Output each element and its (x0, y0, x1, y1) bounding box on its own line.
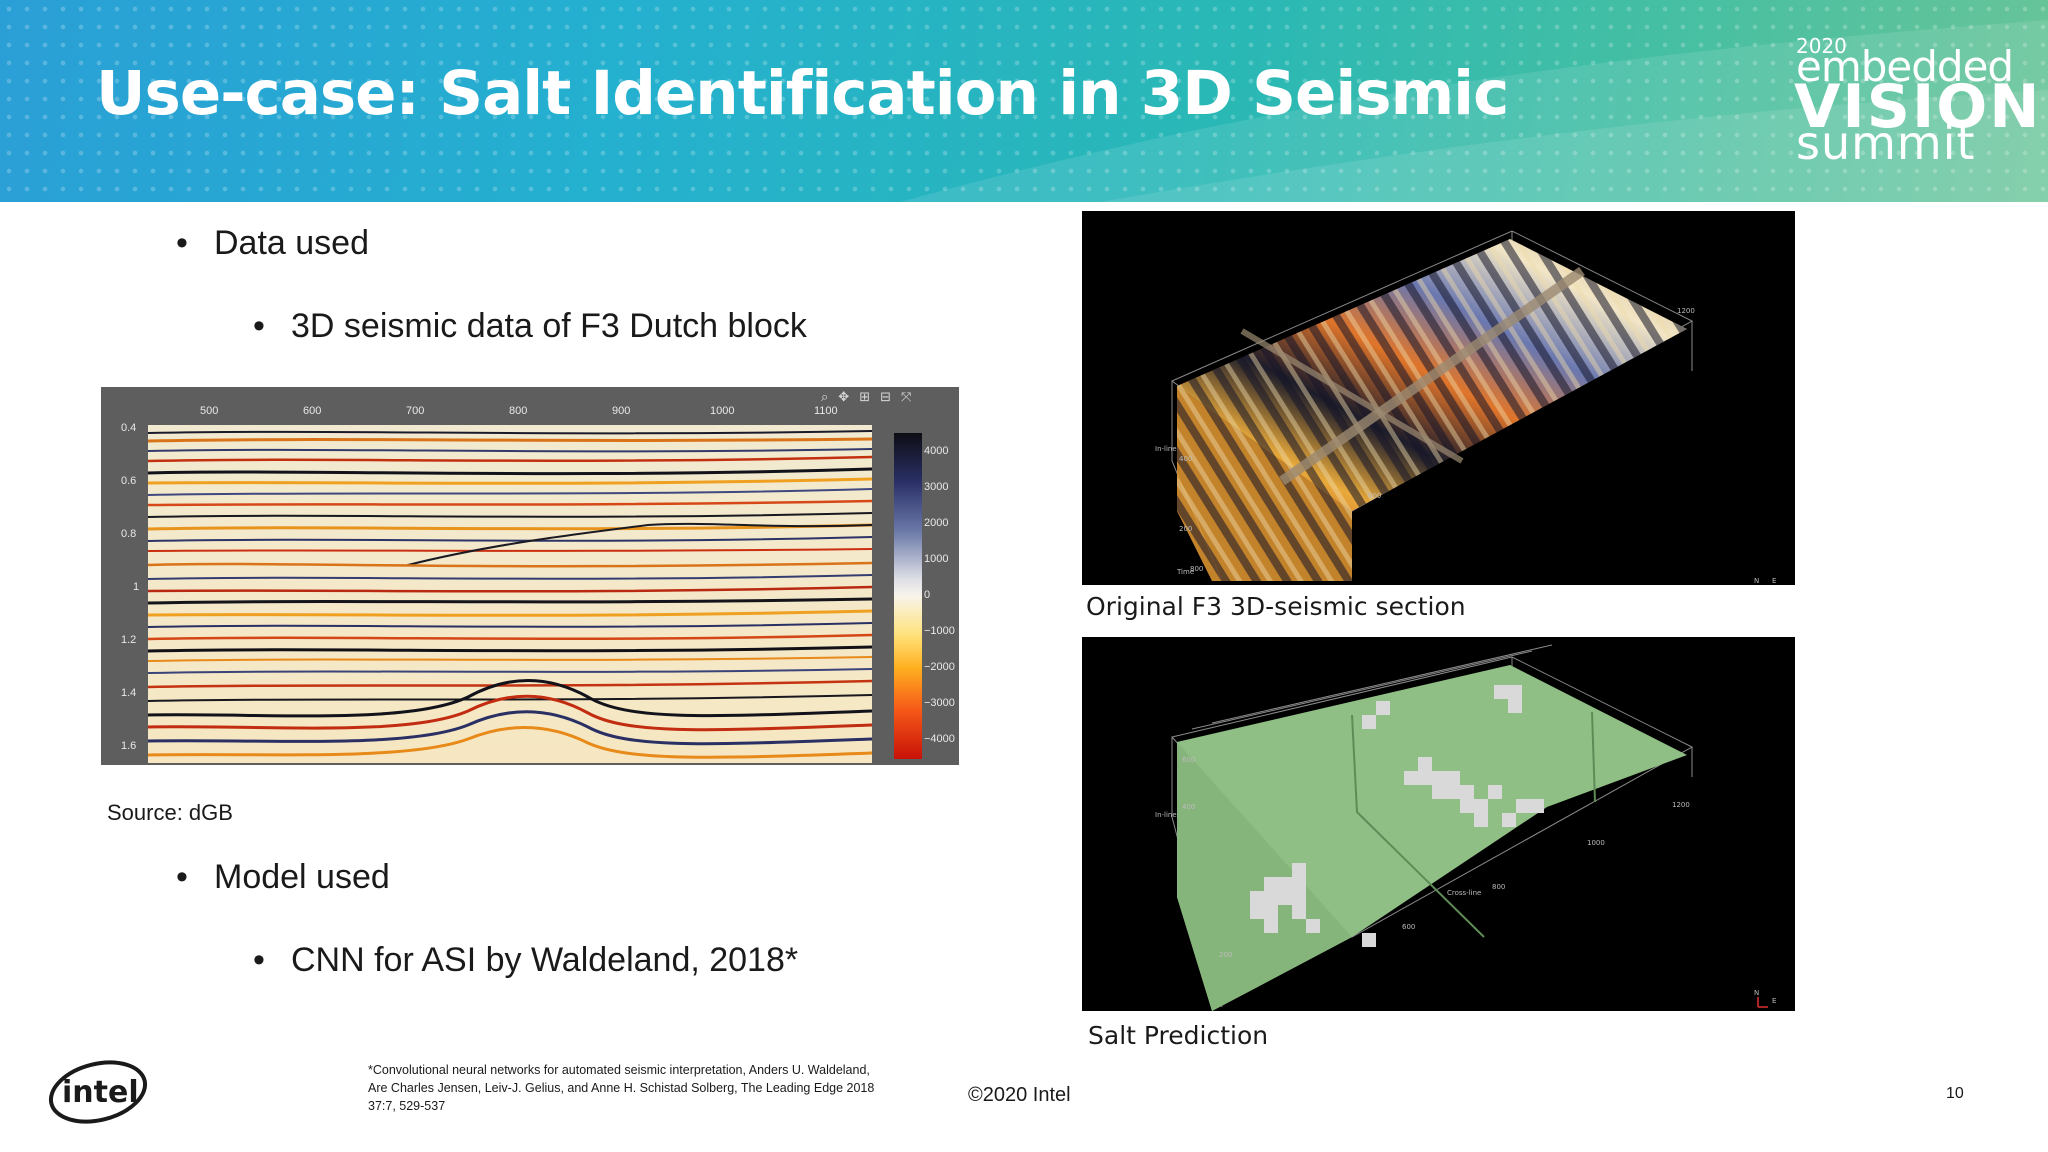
axis-label-inline: In-line (1155, 445, 1177, 453)
colorbar-tick: 3000 (924, 481, 949, 493)
source-credit: Source: dGB (107, 800, 233, 825)
axis-tick: 1200 (1677, 307, 1695, 315)
zoom-out-icon[interactable]: ⊟ (880, 389, 891, 405)
colorbar-tick: −1000 (924, 625, 955, 637)
seismic-amplitude-image (148, 425, 872, 763)
colorbar-tick: −4000 (924, 733, 955, 745)
axis-tick: 200 (1219, 951, 1232, 959)
x-tick: 600 (303, 405, 322, 417)
caption-original: Original F3 3D-seismic section (1086, 592, 1466, 621)
intel-wordmark: intel (62, 1075, 139, 1110)
x-tick: 700 (406, 405, 425, 417)
axis-tick: 800 (1190, 565, 1203, 573)
header-banner: Use-case: Salt Identification in 3D Seis… (0, 0, 2048, 202)
pan-icon[interactable]: ✥ (838, 389, 849, 405)
compass-n: N (1754, 989, 1759, 997)
x-tick: 1000 (710, 405, 735, 417)
y-tick: 0.6 (121, 475, 137, 487)
axis-tick: 400 (1182, 803, 1195, 811)
axis-label-inline: In-line (1155, 811, 1177, 819)
zoom-in-icon[interactable]: ⊞ (859, 389, 870, 405)
page-number: 10 (1946, 1085, 1964, 1102)
sub-bullet-dataset: • 3D seismic data of F3 Dutch block (253, 307, 807, 345)
axis-tick: 1200 (1672, 801, 1690, 809)
citation-footnote: *Convolutional neural networks for autom… (368, 1063, 875, 1113)
seismic-section-plot: ⌕ ✥ ⊞ ⊟ ⤧ 500 600 700 800 900 1000 1100 … (101, 387, 959, 765)
colorbar-tick: 1000 (924, 553, 949, 565)
axis-tick: 600 (1368, 492, 1381, 500)
compass-n: N (1754, 577, 1759, 585)
colorbar-tick: −2000 (924, 661, 955, 673)
axis-tick: 1000 (1587, 839, 1605, 847)
compass-e: E (1772, 577, 1776, 585)
colorbar-tick: −3000 (924, 697, 955, 709)
y-tick: 1 (133, 581, 140, 593)
bullet-data-used: • Data used (176, 224, 369, 262)
compass-e: E (1772, 997, 1776, 1005)
x-tick: 1100 (814, 405, 838, 417)
y-tick: 1.2 (121, 634, 137, 646)
colorbar-tick: 2000 (924, 517, 949, 529)
slide-title: Use-case: Salt Identification in 3D Seis… (96, 58, 1509, 129)
intel-logo: intel (48, 1060, 148, 1124)
embedded-vision-summit-logo: 2020 embedded VISION summit (1790, 34, 2040, 170)
amplitude-colorbar (894, 433, 922, 759)
y-tick: 1.4 (121, 687, 137, 699)
copyright: ©2020 Intel (968, 1084, 1071, 1106)
bullet-model-used: • Model used (176, 858, 390, 896)
logo-line-3: summit (1796, 116, 1976, 170)
x-tick: 800 (509, 405, 528, 417)
colorbar-tick: 4000 (924, 445, 949, 457)
x-tick: 500 (200, 405, 219, 417)
y-tick: 0.4 (121, 422, 137, 434)
seismic-3d-render: In-line Time 1200 600 400 200 800 N E (1155, 230, 1776, 585)
salt-prediction-image: In-line Cross-line 1200 1000 800 600 400… (1082, 637, 1795, 1011)
f3-3d-seismic-image: In-line Time 1200 600 400 200 800 N E (1082, 211, 1795, 585)
axis-label-crossline: Cross-line (1447, 889, 1481, 897)
zoom-icon[interactable]: ⌕ (821, 389, 828, 405)
plot-toolbar: ⌕ ✥ ⊞ ⊟ ⤧ (821, 389, 911, 405)
axis-tick: 400 (1179, 455, 1192, 463)
axis-tick: 600 (1402, 923, 1415, 931)
axis-tick: 200 (1179, 525, 1192, 533)
x-tick: 900 (612, 405, 631, 417)
salt-prediction-render: In-line Cross-line 1200 1000 800 600 400… (1155, 644, 1776, 1011)
axis-tick: 800 (1492, 883, 1505, 891)
caption-salt-prediction: Salt Prediction (1088, 1021, 1269, 1050)
sub-bullet-model: • CNN for ASI by Waldeland, 2018* (253, 941, 799, 979)
axis-tick: 600 (1182, 756, 1195, 764)
colorbar-tick: 0 (924, 589, 931, 601)
y-tick: 1.6 (121, 740, 137, 752)
y-tick: 0.8 (121, 528, 137, 540)
reset-icon[interactable]: ⤧ (901, 389, 911, 405)
